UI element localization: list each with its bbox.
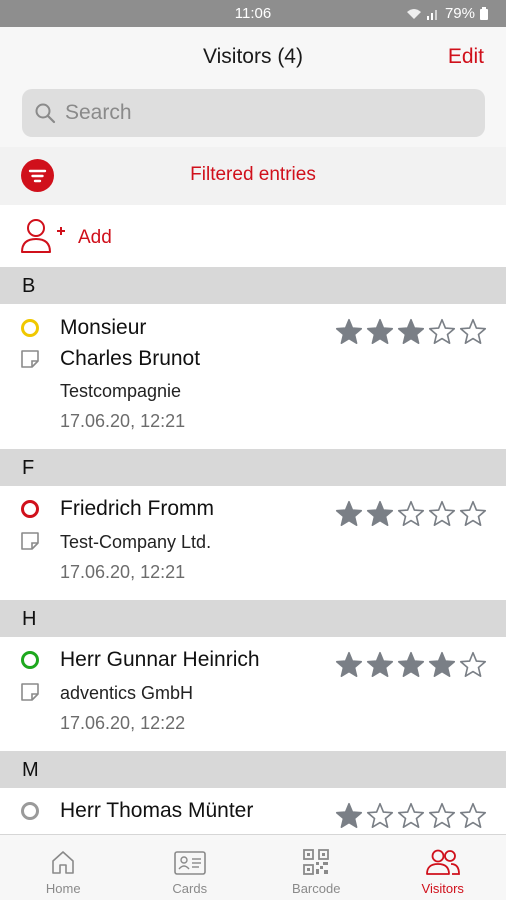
search-input[interactable]: Search [22, 89, 485, 137]
edit-button[interactable]: Edit [448, 45, 484, 69]
star-empty-icon[interactable] [458, 500, 488, 528]
filter-label: Filtered entries [190, 164, 316, 185]
star-filled-icon[interactable] [334, 500, 364, 528]
visitor-title: Monsieur [60, 316, 147, 339]
status-dot-icon [21, 319, 39, 337]
search-container: Search [0, 87, 506, 147]
section-letter: H [22, 608, 37, 630]
star-filled-icon[interactable] [365, 651, 395, 679]
tab-cards-label: Cards [172, 881, 208, 896]
status-dot-icon [21, 651, 39, 669]
add-person-icon [21, 219, 65, 253]
tab-bar: Home Cards Barcode Visitors [0, 834, 506, 900]
star-empty-icon[interactable] [365, 802, 395, 830]
visitor-entry[interactable]: Herr Thomas Münter [0, 788, 506, 834]
visitor-entry[interactable]: Friedrich Fromm Test-Company Ltd. 17.06.… [0, 486, 506, 600]
tab-visitors-label: Visitors [421, 881, 464, 896]
visitor-entry[interactable]: Monsieur Charles Brunot Testcompagnie 17… [0, 304, 506, 449]
status-dot-icon [21, 500, 39, 518]
visitor-datetime: 17.06.20, 12:21 [60, 411, 186, 431]
tab-barcode[interactable]: Barcode [253, 835, 380, 900]
tab-visitors[interactable]: Visitors [380, 835, 506, 900]
card-icon [173, 851, 206, 875]
page-title: Visitors (4) [203, 45, 303, 68]
rating-stars[interactable] [334, 651, 488, 679]
tab-cards[interactable]: Cards [127, 835, 254, 900]
star-filled-icon[interactable] [427, 651, 457, 679]
note-icon [21, 350, 39, 368]
star-empty-icon[interactable] [458, 318, 488, 346]
status-icons: 79% [406, 5, 488, 22]
wifi-icon [406, 8, 421, 19]
search-placeholder: Search [65, 101, 132, 124]
note-icon [21, 532, 39, 550]
battery-icon [480, 7, 488, 20]
star-filled-icon[interactable] [334, 802, 364, 830]
star-filled-icon[interactable] [334, 651, 364, 679]
nav-header: Visitors (4) Edit [0, 27, 506, 87]
tab-home[interactable]: Home [0, 835, 127, 900]
visitor-name: Friedrich Fromm [60, 497, 215, 520]
star-filled-icon[interactable] [365, 500, 395, 528]
section-header: B [0, 267, 506, 304]
star-empty-icon[interactable] [458, 651, 488, 679]
section-header: H [0, 600, 506, 637]
section-header: M [0, 751, 506, 788]
star-empty-icon[interactable] [427, 318, 457, 346]
battery-percent: 79% [444, 5, 475, 22]
section-letter: B [22, 275, 36, 297]
visitor-name: Herr Thomas Münter [60, 799, 254, 822]
rating-stars[interactable] [334, 318, 488, 346]
visitor-company: adventics GmbH [60, 683, 194, 703]
status-dot-icon [21, 802, 39, 820]
rating-stars[interactable] [334, 802, 488, 830]
tab-home-label: Home [45, 881, 81, 896]
visitor-datetime: 17.06.20, 12:22 [60, 713, 186, 733]
section-letter: M [22, 759, 39, 781]
filter-bar[interactable]: Filtered entries [0, 147, 506, 203]
home-icon [52, 851, 75, 874]
search-icon [35, 103, 56, 124]
star-filled-icon[interactable] [334, 318, 364, 346]
star-empty-icon[interactable] [396, 500, 426, 528]
star-filled-icon[interactable] [365, 318, 395, 346]
star-empty-icon[interactable] [458, 802, 488, 830]
visitor-name: Charles Brunot [60, 347, 201, 370]
visitors-icon [425, 849, 460, 875]
add-label: Add [78, 227, 112, 248]
star-filled-icon[interactable] [396, 651, 426, 679]
visitor-company: Test-Company Ltd. [60, 532, 212, 552]
section-header: F [0, 449, 506, 486]
signal-icon [426, 9, 437, 20]
visitor-company: Testcompagnie [60, 381, 182, 401]
qr-code-icon [303, 849, 330, 875]
note-icon [21, 683, 39, 701]
add-visitor-button[interactable]: Add [0, 205, 506, 267]
visitor-name: Herr Gunnar Heinrich [60, 648, 260, 671]
star-empty-icon[interactable] [427, 802, 457, 830]
star-empty-icon[interactable] [427, 500, 457, 528]
visitor-datetime: 17.06.20, 12:21 [60, 562, 186, 582]
section-letter: F [22, 457, 35, 479]
tab-barcode-label: Barcode [292, 881, 341, 896]
star-empty-icon[interactable] [396, 802, 426, 830]
rating-stars[interactable] [334, 500, 488, 528]
visitor-entry[interactable]: Herr Gunnar Heinrich adventics GmbH 17.0… [0, 637, 506, 751]
star-filled-icon[interactable] [396, 318, 426, 346]
status-bar: 11:06 79% [0, 0, 506, 27]
